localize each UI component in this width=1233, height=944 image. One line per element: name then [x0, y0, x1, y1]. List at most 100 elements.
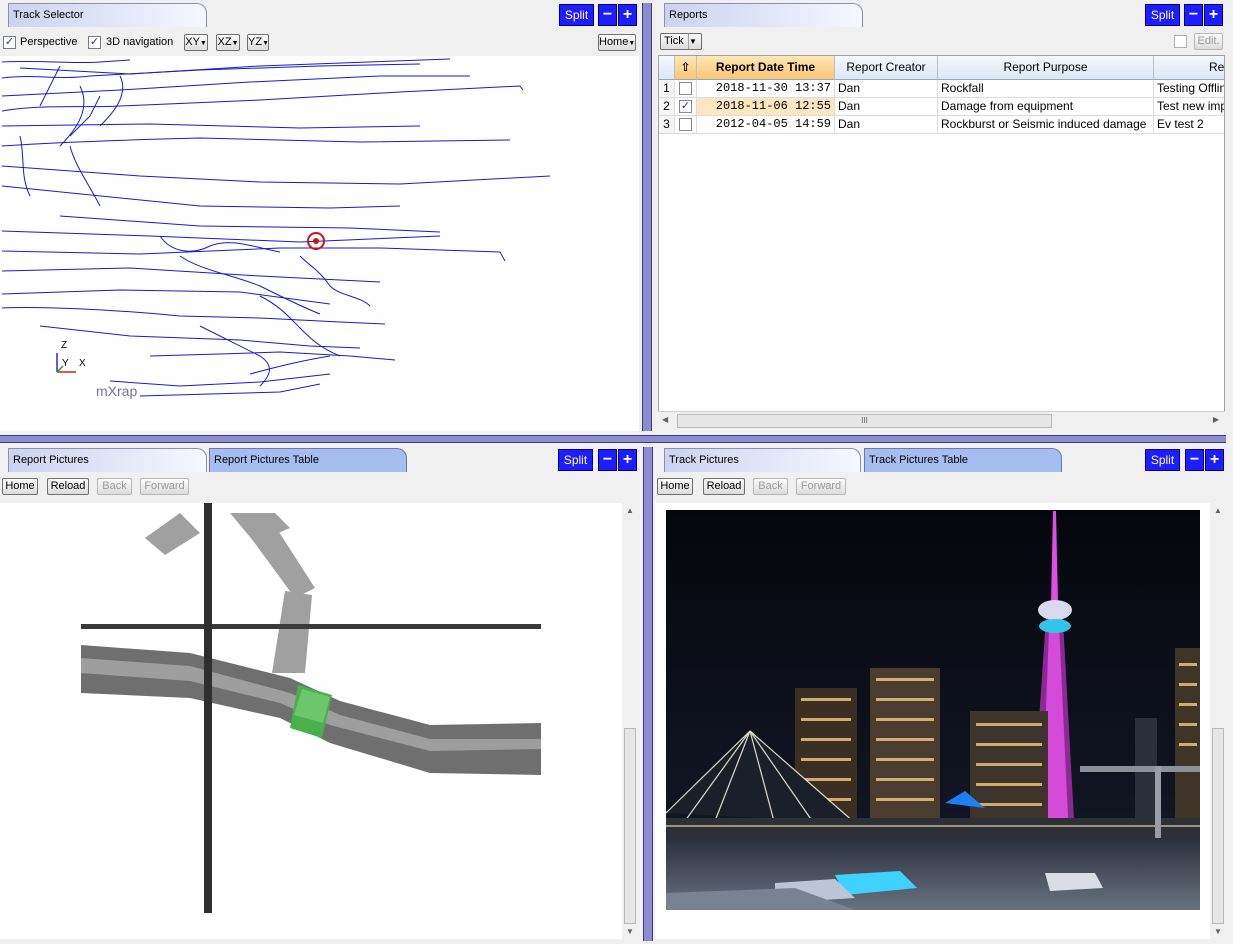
report-date-cell[interactable]: 2018-11-30 13:37	[697, 80, 835, 98]
split-button[interactable]: Split	[1145, 449, 1180, 471]
home-button[interactable]: Home	[2, 478, 38, 495]
split-button[interactable]: Split	[558, 449, 593, 471]
report-purpose-cell[interactable]: Rockburst or Seismic induced damage	[938, 116, 1154, 134]
column-header-report-date-time[interactable]: Report Date Time	[697, 56, 835, 80]
reload-button[interactable]: Reload	[47, 478, 89, 495]
column-header-report-creator[interactable]: Report Creator	[835, 56, 938, 80]
scroll-thumb[interactable]: III	[677, 414, 1052, 428]
view-yz-button[interactable]: YZ▼	[247, 34, 269, 51]
scroll-right-arrow-icon[interactable]: ▶	[1213, 415, 1219, 424]
tab-report-pictures[interactable]: Report Pictures	[8, 448, 207, 472]
report-purpose-cell[interactable]: Damage from equipment	[938, 98, 1154, 116]
report-creator-cell[interactable]: Dan	[835, 98, 938, 116]
home-button[interactable]: Home	[657, 478, 693, 495]
report-date-cell[interactable]: 2012-04-05 14:59	[697, 116, 835, 134]
split-button[interactable]: Split	[559, 4, 594, 26]
3d-viewport[interactable]: Z Y X mXrap	[0, 56, 639, 431]
dropdown-arrow-icon: ▼	[262, 40, 269, 47]
tunnel-cross-section-image	[81, 503, 541, 913]
tab-reports[interactable]: Reports	[664, 3, 863, 27]
dropdown-arrow-icon: ▼	[231, 40, 239, 47]
tab-report-pictures-table[interactable]: Report Pictures Table	[209, 448, 407, 472]
plus-button[interactable]: +	[618, 4, 637, 26]
minus-button[interactable]: −	[598, 449, 617, 471]
sort-up-arrow-icon: ⇧	[680, 60, 691, 74]
minus-button[interactable]: −	[598, 4, 617, 26]
table-row-checkbox-cell	[675, 116, 697, 134]
table-row-checkbox-cell	[675, 80, 697, 98]
dropdown-arrow-icon: ▼	[688, 34, 700, 49]
column-header-report-other[interactable]: Rep	[1154, 56, 1224, 80]
edit-button[interactable]: Edit.	[1194, 33, 1223, 50]
report-other-cell[interactable]: Ev test 2	[1154, 116, 1224, 134]
home-view-button[interactable]: Home▼	[598, 34, 636, 51]
dropdown-arrow-icon: ▼	[199, 40, 207, 47]
view-yz-label: YZ	[248, 36, 263, 48]
row-number-header	[659, 56, 675, 80]
report-creator-cell[interactable]: Dan	[835, 80, 938, 98]
tick-dropdown[interactable]: Tick ▼	[660, 33, 702, 50]
report-other-cell[interactable]: Testing Offlin	[1154, 80, 1224, 98]
table-row-checkbox-cell: ✓	[675, 98, 697, 116]
row-checkbox[interactable]	[679, 118, 692, 131]
vertical-splitter-bottom[interactable]	[643, 447, 653, 941]
perspective-label: Perspective	[20, 36, 78, 48]
split-button[interactable]: Split	[1145, 4, 1180, 26]
3d-navigation-label: 3D navigation	[106, 36, 174, 48]
scroll-up-arrow-icon[interactable]: ▲	[1214, 506, 1222, 515]
scroll-grip: III	[861, 416, 868, 425]
view-xz-button[interactable]: XZ▼	[216, 34, 240, 51]
track-selector-panel: Track Selector Split − + ✓ Perspective ✓…	[0, 0, 640, 433]
scroll-thumb[interactable]	[1212, 728, 1224, 924]
3d-navigation-checkbox[interactable]: ✓	[88, 36, 101, 49]
axis-y-label: Y	[62, 358, 69, 369]
forward-button[interactable]: Forward	[140, 478, 189, 495]
row-number: 3	[659, 116, 675, 134]
minus-button[interactable]: −	[1184, 4, 1203, 26]
report-other-cell[interactable]: Test new imp	[1154, 98, 1224, 116]
report-purpose-cell[interactable]: Rockfall	[938, 80, 1154, 98]
reports-table: ⇧ Report Date Time Report Creator Report…	[658, 55, 1225, 430]
report-pictures-panel: Report Pictures Report Pictures Table Sp…	[0, 445, 642, 944]
column-header-report-purpose[interactable]: Report Purpose	[938, 56, 1154, 80]
report-picture-viewer	[0, 503, 622, 939]
city-night-photo	[665, 510, 1200, 910]
horizontal-splitter[interactable]	[0, 435, 1226, 443]
track-selector-toolbar: ✓ Perspective ✓ 3D navigation XY▼ XZ▼ YZ…	[0, 27, 640, 56]
dropdown-arrow-icon: ▼	[628, 40, 636, 47]
report-pictures-tabbar: Report Pictures Report Pictures Table Sp…	[0, 445, 642, 472]
axis-x-label: X	[79, 358, 86, 369]
report-creator-cell[interactable]: Dan	[835, 116, 938, 134]
reports-tabbar: Reports Split − +	[653, 0, 1233, 27]
track-pictures-vertical-scrollbar[interactable]: ▲ ▼	[1210, 503, 1226, 939]
reports-horizontal-scrollbar[interactable]: ◀ III ▶	[658, 411, 1225, 430]
edit-checkbox[interactable]	[1174, 35, 1187, 48]
minus-button[interactable]: −	[1185, 449, 1204, 471]
row-checkbox[interactable]: ✓	[679, 100, 692, 113]
tab-track-pictures[interactable]: Track Pictures	[664, 448, 861, 472]
view-xy-button[interactable]: XY▼	[184, 34, 208, 51]
sort-arrow-header[interactable]: ⇧	[675, 56, 697, 80]
scroll-down-arrow-icon[interactable]: ▼	[626, 927, 634, 936]
scroll-down-arrow-icon[interactable]: ▼	[1214, 927, 1222, 936]
plus-button[interactable]: +	[618, 449, 637, 471]
back-button[interactable]: Back	[97, 478, 132, 495]
plus-button[interactable]: +	[1205, 449, 1224, 471]
scroll-thumb[interactable]	[624, 728, 636, 924]
report-pictures-vertical-scrollbar[interactable]: ▲ ▼	[622, 503, 638, 939]
back-button[interactable]: Back	[753, 478, 788, 495]
report-date-cell[interactable]: 2018-11-06 12:55	[697, 98, 835, 116]
plus-button[interactable]: +	[1204, 4, 1223, 26]
tab-track-selector[interactable]: Track Selector	[8, 3, 207, 27]
row-checkbox[interactable]	[679, 82, 692, 95]
row-number: 2	[659, 98, 675, 116]
perspective-checkbox[interactable]: ✓	[3, 36, 16, 49]
vertical-splitter-top[interactable]	[642, 3, 652, 431]
track-picture-viewer	[655, 503, 1210, 939]
scroll-left-arrow-icon[interactable]: ◀	[662, 415, 668, 424]
scroll-up-arrow-icon[interactable]: ▲	[626, 506, 634, 515]
forward-button[interactable]: Forward	[796, 478, 846, 495]
reload-button[interactable]: Reload	[703, 478, 745, 495]
tab-track-pictures-table[interactable]: Track Pictures Table	[864, 448, 1062, 472]
home-view-label: Home	[599, 36, 629, 48]
